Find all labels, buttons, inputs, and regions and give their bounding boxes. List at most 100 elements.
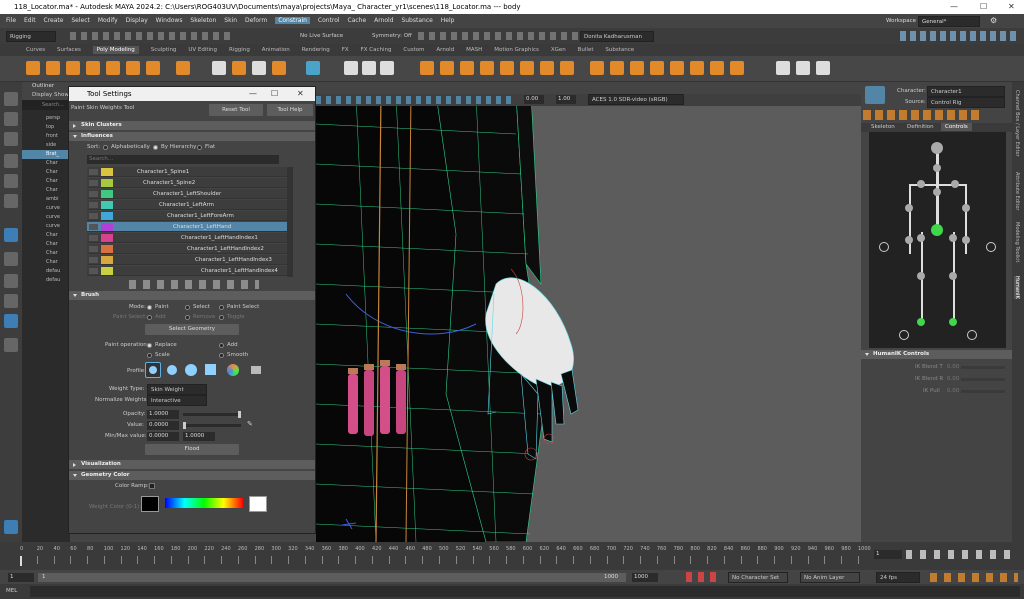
smooth-icon[interactable] [380,61,394,75]
symmetry-label[interactable]: Symmetry: Off [372,31,412,42]
shelf-tab[interactable]: FX [342,47,349,53]
time-slider[interactable]: 0 20 40 60 80 100 120 140 160 180 200 220 240 260 280 3… [0,542,1024,570]
attribute-editor-tab[interactable]: Attribute Editor [1014,172,1020,210]
shelf-tab[interactable]: Rendering [302,47,330,53]
right-hand-expand-icon[interactable] [986,242,996,252]
range-end-field[interactable]: 1000 [632,573,658,582]
neck-control[interactable] [933,164,941,172]
left-elbow-control[interactable] [905,204,913,212]
merge-icon[interactable] [560,61,574,75]
chest-control[interactable] [933,188,941,196]
ik-blend-t-value[interactable]: 0.00 [947,364,959,370]
left-knee-control[interactable] [917,272,925,280]
close-icon[interactable]: ✕ [1008,0,1015,14]
profile-gaussian-icon[interactable] [145,362,161,378]
head-control[interactable] [931,142,943,154]
range-start-field[interactable]: 1 [8,573,34,582]
menu-select[interactable]: Select [71,17,90,24]
humanik-controls-section[interactable]: HumanIK Controls [861,350,1012,359]
poly-cone-icon[interactable] [86,61,100,75]
sort-hierarchy-radio[interactable] [153,145,158,150]
outliner-display-menu[interactable]: Display [32,92,52,98]
lock-icon[interactable] [89,191,98,197]
ik-pull-slider[interactable] [961,390,1005,393]
flood-button[interactable]: Flood [145,444,239,455]
lock-icon[interactable] [89,169,98,175]
combine-icon[interactable] [344,61,358,75]
shelf-tab[interactable]: Surfaces [57,47,81,53]
autokey-icons[interactable] [686,572,716,582]
playback-option-icons[interactable] [930,573,1018,582]
outliner-item[interactable]: Char [22,249,70,258]
lasso-tool-icon[interactable] [4,112,18,126]
character-set-select[interactable]: No Character Set [728,572,788,583]
mirror-icon[interactable] [440,61,454,75]
max-field[interactable]: 1.0000 [183,432,215,441]
humanik-tab[interactable]: HumanIK [1014,276,1020,299]
value-slider[interactable] [183,422,241,429]
paint-select-icon[interactable] [4,132,18,146]
outliner-item[interactable]: defau [22,267,70,276]
insert-loop-icon[interactable] [670,61,684,75]
menu-modify[interactable]: Modify [98,17,118,24]
mode-paint-select-radio[interactable] [219,305,224,310]
influence-row[interactable]: Character1_LeftForeArm [87,211,293,221]
humanik-control-figure[interactable] [869,132,1006,348]
menu-control[interactable]: Control [318,17,340,24]
add-radio[interactable] [147,315,152,320]
color-space-select[interactable]: ACES 1.0 SDR-video (sRGB) [588,94,684,105]
hips-control[interactable] [931,224,943,236]
shelf-tab[interactable]: Arnold [436,47,454,53]
boolean-icon[interactable] [420,61,434,75]
right-wrist-control[interactable] [962,236,970,244]
wedge-icon[interactable] [710,61,724,75]
lock-icon[interactable] [89,235,98,241]
right-elbow-control[interactable] [962,204,970,212]
remove-radio[interactable] [185,315,190,320]
poly-cube-icon[interactable] [46,61,60,75]
influence-row[interactable]: Character1_LeftHandIndex4 [87,266,293,276]
shelf-tab[interactable]: FX Caching [361,47,392,53]
edge-loop-icon[interactable] [630,61,644,75]
min-field[interactable]: 0.0000 [147,432,179,441]
outliner-search[interactable]: Search... [22,100,70,110]
eyedropper-icon[interactable]: ✎ [247,420,253,428]
four-view-icon[interactable] [4,252,18,266]
shelf-tab[interactable]: Sculpting [151,47,177,53]
status-tool-icons[interactable] [70,32,230,40]
viewport-panel[interactable] [316,94,861,542]
extrude-icon[interactable] [460,61,474,75]
outliner-item[interactable]: ambi [22,195,70,204]
left-foot-expand-icon[interactable] [899,330,909,340]
outliner-layout-icon[interactable] [4,314,18,328]
outliner-item[interactable]: side [22,141,70,150]
right-ankle-control[interactable] [949,318,957,326]
folder-icon[interactable] [251,366,261,374]
add-op-radio[interactable] [219,343,224,348]
live-surface-label[interactable]: No Live Surface [300,31,343,42]
minimize-icon[interactable]: — [950,0,958,14]
shelf-tab[interactable]: Custom [403,47,424,53]
shelf-tab[interactable]: XGen [551,47,566,53]
shelf-tab[interactable]: Substance [605,47,634,53]
outliner-item[interactable]: Char [22,168,70,177]
right-hip-control[interactable] [949,234,957,242]
outliner-item[interactable]: front [22,132,70,141]
color-ramp-checkbox[interactable] [149,483,155,489]
range-bar[interactable]: 1 1000 [38,573,626,582]
outliner-item[interactable]: persp [22,114,70,123]
right-knee-control[interactable] [949,272,957,280]
fill-hole-icon[interactable] [520,61,534,75]
channel-box-tab[interactable]: Channel Box / Layer Editor [1014,90,1020,157]
uv-planar-icon[interactable] [776,61,790,75]
outliner-item[interactable]: Char [22,231,70,240]
type-icon[interactable] [252,61,266,75]
outliner-item[interactable]: Char [22,240,70,249]
influence-scrollbar[interactable] [287,167,293,277]
influence-row[interactable]: Character1_LeftHandIndex2 [87,244,293,254]
poly-sphere-icon[interactable] [26,61,40,75]
menu-cache[interactable]: Cache [348,17,367,24]
uv-editor-icon[interactable] [306,61,320,75]
current-time-marker[interactable] [20,556,22,566]
mode-select-radio[interactable] [185,305,190,310]
